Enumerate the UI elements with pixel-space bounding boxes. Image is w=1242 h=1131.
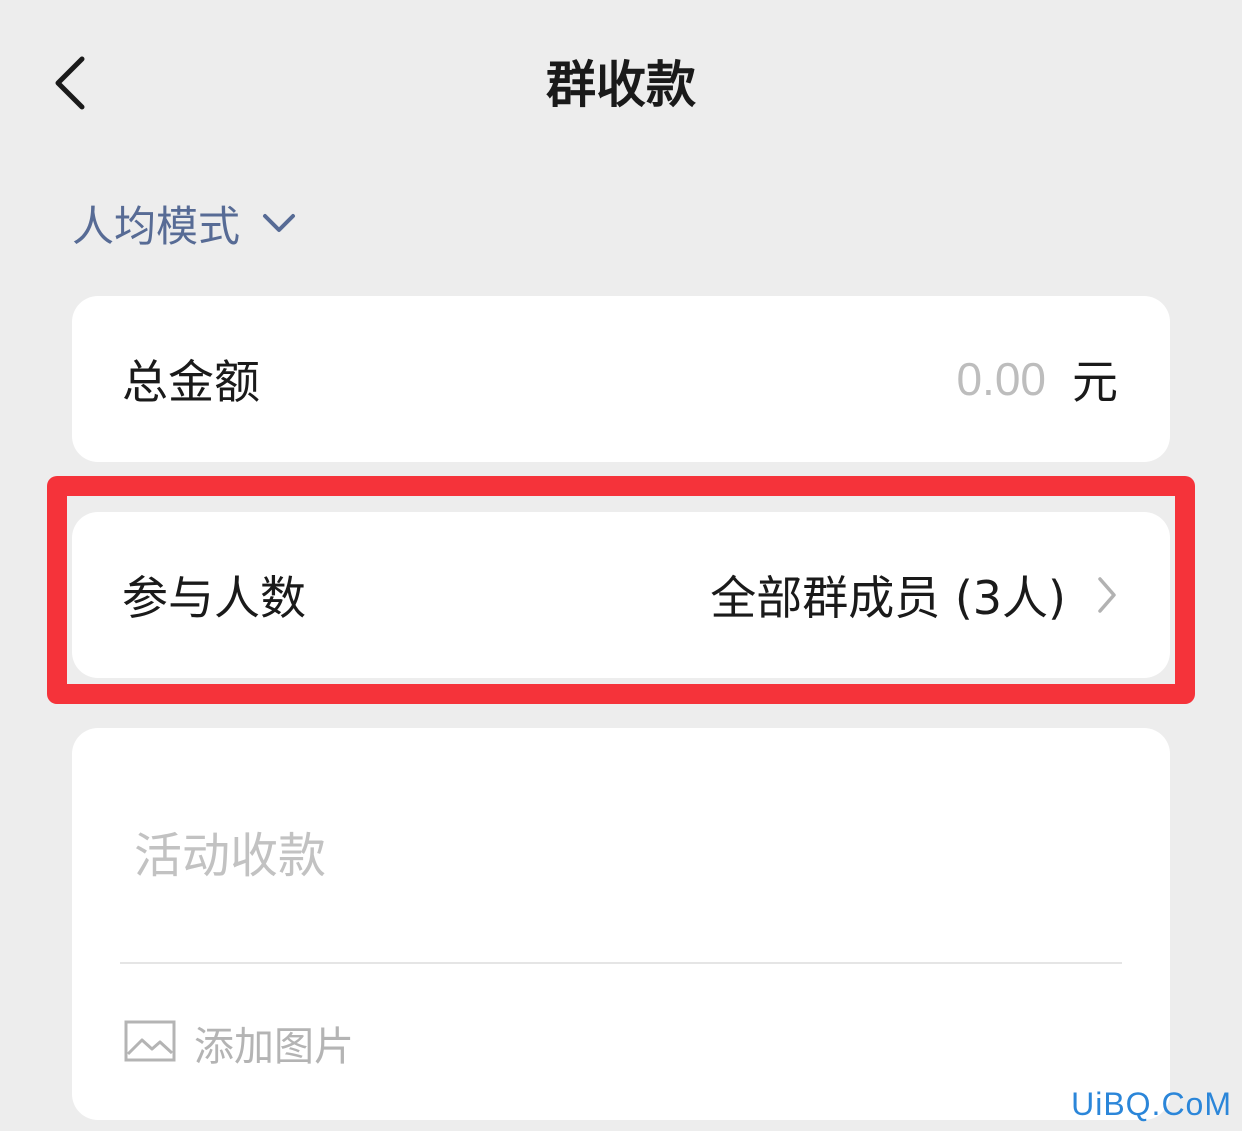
- chevron-right-icon: [1096, 575, 1118, 615]
- participants-value: 全部群成员 (3人): [710, 571, 1066, 625]
- watermark: UiBQ.CoM: [1071, 1086, 1232, 1122]
- total-amount-card: 总金额 0.00 元: [72, 296, 1170, 462]
- mode-label: 人均模式: [72, 201, 241, 251]
- add-image-button[interactable]: 添加图片: [124, 1014, 354, 1072]
- currency-unit: 元: [1072, 355, 1118, 409]
- note-input[interactable]: 活动收款: [134, 816, 326, 886]
- total-amount-field[interactable]: 0.00 元: [956, 346, 1118, 412]
- chevron-down-icon: [262, 213, 296, 233]
- divider: [120, 962, 1122, 964]
- page-title: 群收款: [546, 56, 696, 114]
- total-amount-input[interactable]: 0.00: [956, 352, 1046, 406]
- participants-selector[interactable]: 全部群成员 (3人): [710, 562, 1118, 628]
- participants-label: 参与人数: [122, 571, 306, 625]
- participants-row[interactable]: 参与人数 全部群成员 (3人): [72, 512, 1170, 678]
- image-icon: [124, 1020, 176, 1066]
- total-amount-label: 总金额: [122, 355, 260, 409]
- add-image-label: 添加图片: [194, 1024, 354, 1070]
- note-card: 活动收款 添加图片: [72, 728, 1170, 1120]
- mode-selector[interactable]: 人均模式: [72, 190, 296, 256]
